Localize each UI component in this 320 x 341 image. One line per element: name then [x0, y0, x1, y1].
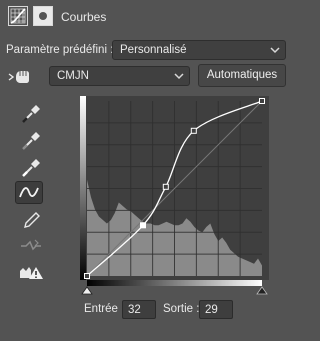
input-sliders[interactable] [80, 280, 269, 296]
curves-adjustment-icon [8, 6, 28, 26]
clipping-warning-tool[interactable] [18, 262, 44, 284]
black-point-slider[interactable] [81, 286, 93, 295]
input-gradient-bar [87, 280, 262, 286]
smooth-curve-tool [18, 235, 44, 257]
channel-value: CMJN [57, 70, 89, 82]
channel-dropdown[interactable]: CMJN [49, 66, 190, 86]
curve-point[interactable] [190, 127, 197, 134]
panel-header: Courbes [0, 0, 294, 34]
eyedropper-gray-tool[interactable] [18, 128, 44, 150]
auto-button[interactable]: Automatiques [198, 64, 286, 87]
eyedropper-gray-icon [22, 132, 40, 150]
preset-label: Paramètre prédéfini : [6, 44, 114, 56]
input-label: Entrée : [84, 303, 125, 315]
curve-points-tool[interactable] [15, 181, 43, 204]
pencil-icon [24, 212, 40, 228]
panel-title: Courbes [61, 10, 107, 24]
curve-point-selected[interactable] [140, 222, 146, 229]
pencil-tool[interactable] [18, 209, 44, 231]
output-label: Sortie : [163, 303, 200, 315]
smooth-curve-icon [21, 239, 41, 251]
curve-points-icon [19, 187, 39, 198]
eyedropper-black-tool[interactable] [18, 101, 44, 123]
curve-point[interactable] [84, 273, 90, 279]
eyedropper-white-icon [22, 159, 40, 177]
targeted-adjustment-hand-icon[interactable] [8, 68, 30, 86]
output-value-field[interactable] [199, 300, 233, 319]
output-gradient-bar [80, 96, 86, 280]
chevron-down-icon [174, 73, 184, 80]
curve-graph[interactable] [80, 96, 269, 280]
curve-point[interactable] [162, 183, 169, 190]
eyedropper-black-icon [22, 105, 40, 123]
input-value-field[interactable] [122, 300, 156, 319]
curve-point[interactable] [259, 98, 265, 104]
white-point-slider[interactable] [256, 286, 268, 295]
chevron-down-icon [270, 47, 280, 54]
preset-value: Personnalisé [120, 44, 187, 56]
clipping-warning-icon [20, 267, 43, 279]
preset-dropdown[interactable]: Personnalisé [112, 40, 286, 60]
layer-mask-icon[interactable] [33, 6, 53, 26]
eyedropper-white-tool[interactable] [18, 155, 44, 177]
